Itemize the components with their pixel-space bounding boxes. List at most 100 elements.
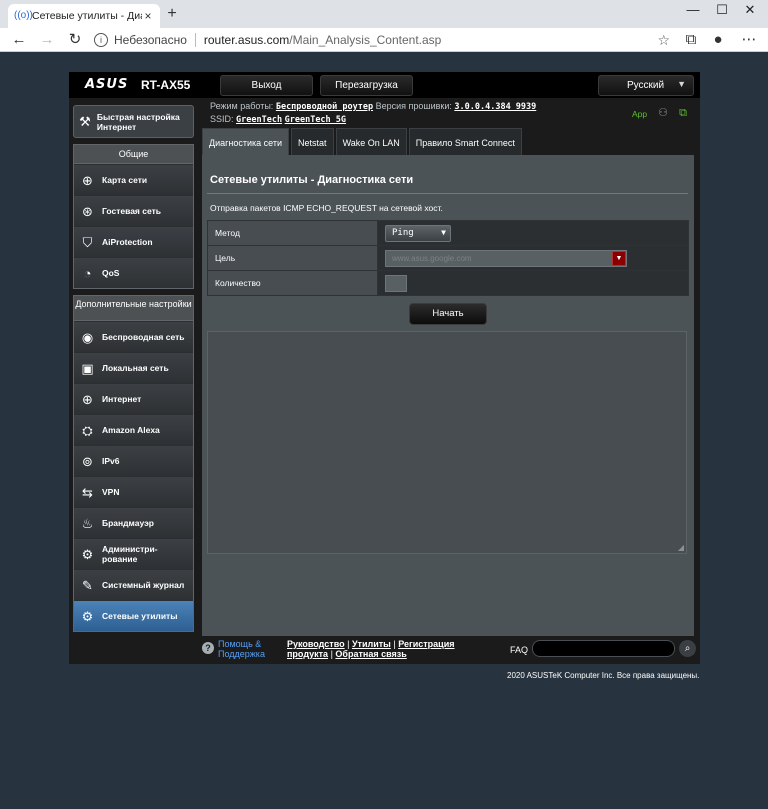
sidebar-item-label: Amazon Alexa bbox=[102, 425, 160, 435]
target-cell: www.asus.google.com ▼ bbox=[377, 245, 689, 271]
quick-setup-label: Быстрая настройка Интернет bbox=[96, 111, 180, 132]
help-support-link[interactable]: Помощь & Поддержка bbox=[218, 639, 278, 659]
back-icon[interactable]: ← bbox=[9, 30, 29, 50]
sidebar-item-label: Администри-рование bbox=[102, 544, 158, 564]
firmware-link[interactable]: 3.0.0.4.384_9939 bbox=[454, 102, 536, 112]
sidebar-item-label: Карта сети bbox=[102, 175, 148, 185]
tab-wake-on-lan[interactable]: Wake On LAN bbox=[335, 128, 407, 156]
ipv6-icon: ⊚ bbox=[82, 453, 93, 469]
tab-netstat[interactable]: Netstat bbox=[291, 128, 334, 156]
sidebar-item-wireless[interactable]: ◉ Беспроводная сеть bbox=[74, 321, 193, 352]
language-value: Русский bbox=[627, 80, 665, 91]
copyright: 2020 ASUSTeK Computer Inc. Все права защ… bbox=[507, 671, 700, 680]
collections-icon[interactable]: ⧉ bbox=[681, 30, 701, 50]
start-button[interactable]: Начать bbox=[409, 303, 487, 325]
favorite-star-icon[interactable]: ☆ bbox=[657, 32, 670, 49]
title-divider bbox=[207, 193, 688, 194]
browser-tabbar: ((o)) Сетевые утилиты - Диагностика × + … bbox=[0, 0, 768, 28]
forward-icon[interactable]: → bbox=[37, 30, 57, 50]
manual-link[interactable]: Руководство bbox=[287, 639, 345, 649]
sidebar-item-firewall[interactable]: ♨ Брандмауэр bbox=[74, 507, 193, 538]
profile-avatar-icon[interactable]: ● bbox=[708, 30, 728, 50]
sidebar-item-alexa[interactable]: ⛭ Amazon Alexa bbox=[74, 414, 193, 445]
sidebar-item-network-tools[interactable]: ⚙ Сетевые утилиты bbox=[74, 600, 193, 631]
sidebar-item-network-map[interactable]: ⊕ Карта сети bbox=[74, 164, 193, 195]
guest-network-icon: ⊛ bbox=[82, 203, 93, 219]
sidebar-item-administration[interactable]: ⚙ Администри-рование bbox=[74, 538, 193, 569]
form-row-count: Количество bbox=[207, 270, 689, 296]
method-select[interactable]: Ping ▼ bbox=[385, 224, 451, 242]
sidebar-item-label: VPN bbox=[102, 487, 120, 497]
sidebar-item-vpn[interactable]: ⇆ VPN bbox=[74, 476, 193, 507]
router-favicon-icon: ((o)) bbox=[14, 10, 33, 21]
new-tab-icon[interactable]: + bbox=[164, 6, 180, 22]
sidebar-item-label: QoS bbox=[102, 268, 120, 278]
sidebar-item-label: AiProtection bbox=[102, 237, 153, 247]
address-separator bbox=[194, 33, 196, 47]
qos-icon: ◔ bbox=[83, 265, 92, 281]
sidebar-item-ipv6[interactable]: ⊚ IPv6 bbox=[74, 445, 193, 476]
mode-link[interactable]: Беспроводной роутер bbox=[276, 102, 373, 112]
lan-icon: ▣ bbox=[81, 360, 94, 376]
network-map-icon: ⊕ bbox=[82, 172, 93, 188]
feedback-link[interactable]: Обратная связь bbox=[335, 649, 406, 659]
url-path: /Main_Analysis_Content.asp bbox=[289, 33, 442, 47]
aiprotection-icon: ⛉ bbox=[82, 234, 93, 250]
more-menu-icon[interactable]: ⋯ bbox=[739, 30, 759, 50]
sidebar-item-label: Локальная сеть bbox=[102, 363, 169, 373]
sidebar-advanced: Дополнительные настройки ◉ Беспроводная … bbox=[73, 295, 194, 632]
tab-smart-connect-rule[interactable]: Правило Smart Connect bbox=[408, 128, 522, 156]
help-icon: ? bbox=[202, 642, 214, 654]
web-viewport: ASUS RT-AX55 Выход Перезагрузка Русский … bbox=[0, 52, 768, 809]
faq-label: FAQ bbox=[510, 645, 529, 655]
resize-grip-icon[interactable]: ◢ bbox=[678, 543, 684, 552]
reboot-button[interactable]: Перезагрузка bbox=[320, 75, 413, 96]
result-textarea[interactable]: ◢ bbox=[207, 331, 687, 554]
quick-setup-button[interactable]: ⚒ Быстрая настройка Интернет bbox=[73, 105, 194, 138]
search-icon[interactable]: ⌕ bbox=[679, 640, 696, 657]
sidebar-item-label: Сетевые утилиты bbox=[102, 611, 178, 621]
sidebar-item-label: IPv6 bbox=[102, 456, 120, 466]
language-select[interactable]: Русский ▼ bbox=[598, 75, 694, 96]
count-input[interactable] bbox=[385, 274, 407, 292]
ssid-link-24[interactable]: GreenTech bbox=[236, 115, 282, 125]
tab-close-icon[interactable]: × bbox=[142, 9, 154, 23]
faq-search-input[interactable] bbox=[532, 640, 675, 657]
mode-label: Режим работы: bbox=[210, 101, 274, 111]
app-link[interactable]: App bbox=[632, 109, 647, 119]
url-host: router.asus.com bbox=[203, 33, 290, 47]
address-bar[interactable]: i Небезопасно router.asus.com/Main_Analy… bbox=[94, 30, 670, 50]
sidebar-item-wan[interactable]: ⊕ Интернет bbox=[74, 383, 193, 414]
sidebar-item-aiprotection[interactable]: ⛉ AiProtection bbox=[74, 226, 193, 257]
usb-icon[interactable]: ⧉ bbox=[677, 107, 689, 119]
page-description: Отправка пакетов ICMP ECHO_REQUEST на се… bbox=[210, 203, 443, 213]
sidebar-item-system-log[interactable]: ✎ Системный журнал bbox=[74, 569, 193, 600]
router-page: ASUS RT-AX55 Выход Перезагрузка Русский … bbox=[69, 72, 700, 664]
browser-tab[interactable]: ((o)) Сетевые утилиты - Диагностика × bbox=[8, 4, 160, 28]
ssid-label: SSID: bbox=[210, 114, 234, 124]
refresh-icon[interactable]: ↻ bbox=[65, 30, 85, 50]
page-title: Сетевые утилиты - Диагностика сети bbox=[210, 174, 414, 186]
sidebar-item-label: Интернет bbox=[102, 394, 142, 404]
utilities-link[interactable]: Утилиты bbox=[352, 639, 391, 649]
method-cell: Ping ▼ bbox=[377, 220, 689, 246]
info-icon[interactable]: i bbox=[94, 33, 108, 47]
sidebar-item-guest-network[interactable]: ⊛ Гостевая сеть bbox=[74, 195, 193, 226]
ssid-link-5g[interactable]: GreenTech_5G bbox=[285, 115, 346, 125]
model-name: RT-AX55 bbox=[141, 78, 191, 92]
main-panel: Сетевые утилиты - Диагностика сети Отпра… bbox=[202, 155, 694, 636]
insecure-label: Небезопасно bbox=[114, 33, 187, 47]
tab-strip: Диагностика сети Netstat Wake On LAN Пра… bbox=[202, 128, 524, 156]
wan-icon: ⊕ bbox=[82, 391, 93, 407]
vpn-icon: ⇆ bbox=[82, 484, 93, 500]
logout-button[interactable]: Выход bbox=[220, 75, 313, 96]
sidebar-item-lan[interactable]: ▣ Локальная сеть bbox=[74, 352, 193, 383]
form-row-target: Цель www.asus.google.com ▼ bbox=[207, 245, 689, 271]
target-input[interactable]: www.asus.google.com ▼ bbox=[385, 249, 627, 267]
diagnostics-form: Метод Ping ▼ Цель www.asus.google.com ▼ bbox=[207, 220, 689, 296]
tab-network-diagnostics[interactable]: Диагностика сети bbox=[202, 128, 290, 156]
sidebar-item-qos[interactable]: ◔ QoS bbox=[74, 257, 193, 288]
target-dropdown-icon[interactable]: ▼ bbox=[612, 250, 626, 266]
clients-icon[interactable]: ⚇ bbox=[657, 107, 669, 119]
close-window-icon[interactable]: ✕ bbox=[731, 0, 768, 20]
